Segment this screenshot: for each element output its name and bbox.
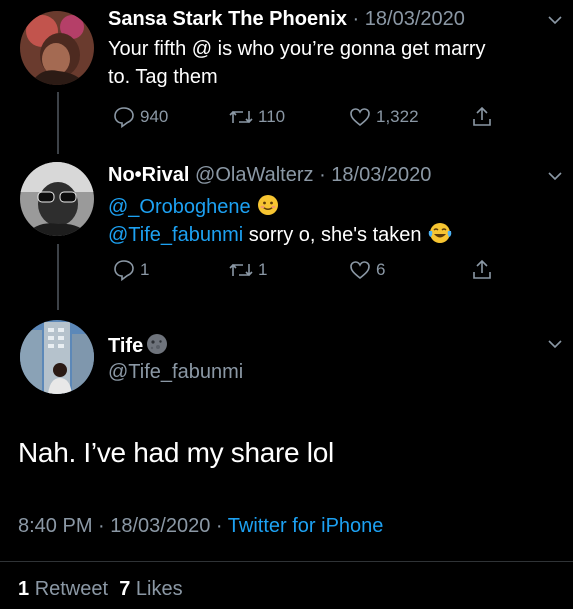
like-count: 6 (376, 260, 386, 279)
thread-connector (57, 244, 59, 310)
retweet-icon (229, 110, 253, 124)
share-icon (473, 106, 491, 126)
new-moon-face-emoji-icon (146, 333, 168, 361)
reply-count: 940 (140, 107, 169, 126)
tweet-source-link[interactable]: Twitter for iPhone (228, 515, 384, 537)
share-icon (473, 259, 491, 279)
reply-button[interactable]: 1 (112, 258, 149, 282)
reply-icon (114, 107, 134, 129)
tweet-actions: 940 110 1,322 (108, 105, 508, 131)
tweet-header: No•Rival @OlaWalterz · 18/03/2020 (108, 164, 431, 187)
tweet-text-line: @_Oroboghene (108, 194, 279, 222)
likes-stat[interactable]: 7 Likes (119, 578, 182, 600)
like-label: Likes (135, 578, 183, 600)
tears-of-joy-emoji-icon (428, 222, 452, 250)
chevron-down-icon[interactable] (547, 336, 563, 352)
tweet-header: Tife (108, 333, 168, 361)
user-handle[interactable]: @Tife_fabunmi (108, 361, 243, 384)
reply-icon (114, 260, 134, 282)
retweet-total: 1 (18, 578, 30, 600)
tweet-text-line: @Tife_fabunmi sorry o, she's taken (108, 222, 452, 250)
like-count: 1,322 (376, 107, 419, 126)
tweet-date[interactable]: · 18/03/2020 (353, 8, 465, 30)
retweet-label: Retweet (34, 578, 109, 600)
tweet-text: Nah. I’ve had my share lol (18, 437, 334, 468)
retweet-count: 1 (258, 260, 268, 279)
smiling-emoji-icon (257, 194, 279, 222)
reply-count: 1 (140, 260, 150, 279)
tweet-actions: 1 1 6 (108, 258, 508, 284)
tweet-header: Sansa Stark The Phoenix · 18/03/2020 (108, 8, 465, 31)
tweet-text: to. Tag them (108, 66, 218, 88)
user-handle[interactable]: @OlaWalterz (195, 164, 313, 186)
avatar[interactable] (20, 11, 94, 85)
tweet-meta: 8:40 PM · 18/03/2020 · Twitter for iPhon… (18, 515, 383, 538)
retweet-button[interactable]: 110 (228, 105, 285, 129)
like-icon (350, 261, 370, 280)
mention-link[interactable]: @Tife_fabunmi (108, 224, 243, 246)
chevron-down-icon[interactable] (547, 168, 563, 184)
avatar[interactable] (20, 162, 94, 236)
avatar[interactable] (20, 320, 94, 394)
like-icon (350, 108, 370, 127)
like-button[interactable]: 1,322 (348, 105, 419, 129)
thread-connector (57, 92, 59, 154)
display-name[interactable]: No•Rival (108, 164, 189, 186)
like-total: 7 (119, 578, 131, 600)
divider (0, 561, 573, 562)
display-name[interactable]: Tife (108, 335, 143, 357)
tweet-stats: 1 Retweet 7 Likes (18, 578, 183, 601)
mention-link[interactable]: @_Oroboghene (108, 196, 251, 218)
tweet-text: sorry o, she's taken (243, 224, 422, 246)
reply-button[interactable]: 940 (112, 105, 168, 129)
share-button[interactable] (470, 105, 494, 129)
share-button[interactable] (470, 258, 494, 282)
tweet-text: Your fifth @ is who you’re gonna get mar… (108, 38, 486, 60)
like-button[interactable]: 6 (348, 258, 385, 282)
tweet-date[interactable]: · 18/03/2020 (319, 164, 431, 186)
tweet-timestamp[interactable]: 8:40 PM · 18/03/2020 · (18, 515, 223, 537)
chevron-down-icon[interactable] (547, 12, 563, 28)
retweet-icon (229, 263, 253, 277)
display-name[interactable]: Sansa Stark The Phoenix (108, 8, 347, 30)
retweet-button[interactable]: 1 (228, 258, 267, 282)
retweets-stat[interactable]: 1 Retweet (18, 578, 108, 600)
retweet-count: 110 (258, 107, 286, 126)
